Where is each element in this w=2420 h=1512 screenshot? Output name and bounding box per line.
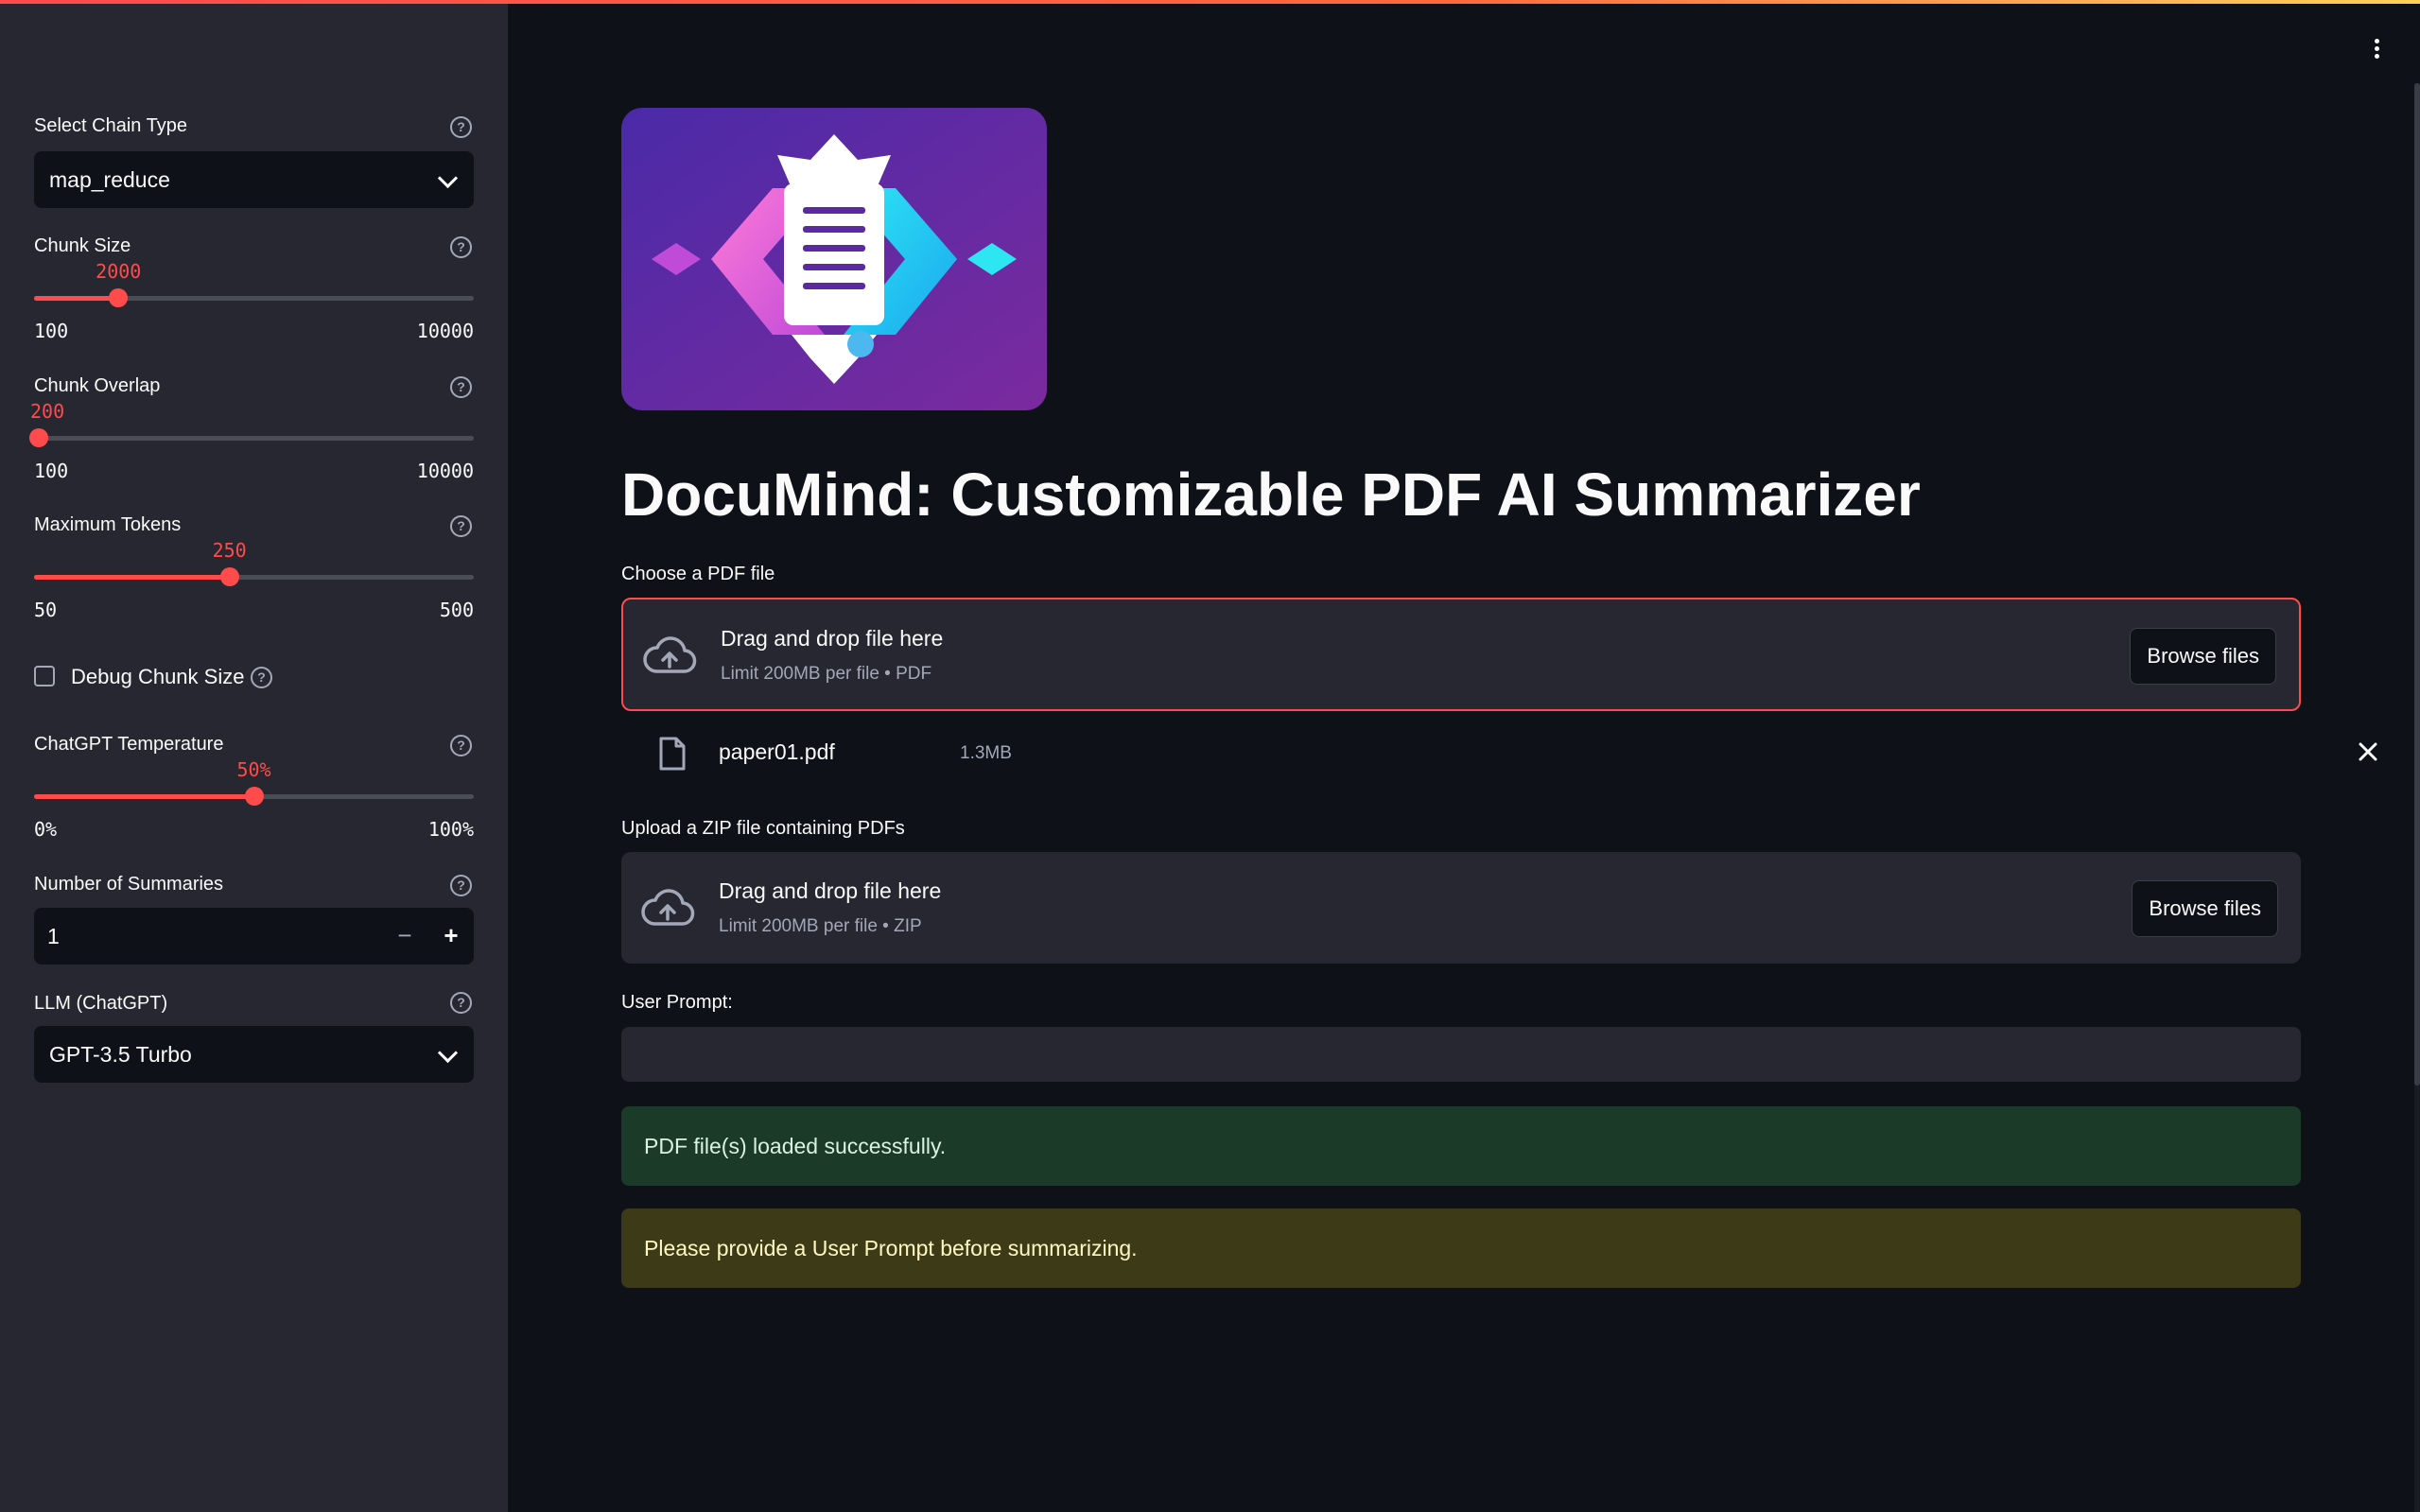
chevron-down-icon: [437, 167, 459, 189]
help-icon[interactable]: ?: [450, 116, 472, 138]
scrollbar-thumb[interactable]: [2414, 83, 2420, 1086]
user-prompt-input[interactable]: [621, 1027, 2301, 1082]
help-icon[interactable]: ?: [450, 992, 472, 1014]
chunk-size-slider[interactable]: 2000: [34, 260, 474, 307]
slider-min: 50: [34, 599, 58, 621]
page-title: DocuMind: Customizable PDF AI Summarizer: [621, 461, 1921, 529]
dropzone-limit: Limit 200MB per file • PDF: [721, 664, 932, 684]
chunk-overlap-label: Chunk Overlap: [34, 375, 161, 396]
num-summaries-label: Number of Summaries: [34, 874, 224, 895]
slider-fill: [34, 296, 119, 301]
slider-value: 250: [212, 539, 247, 562]
slider-min: 0%: [34, 818, 58, 841]
dropzone-text: Drag and drop file here: [719, 878, 942, 903]
close-icon[interactable]: [2358, 741, 2378, 762]
max-tokens-label: Maximum Tokens: [34, 514, 182, 535]
slider-thumb[interactable]: [28, 428, 48, 447]
slider-value: 200: [30, 400, 65, 423]
slider-value: 2000: [96, 260, 142, 283]
slider-value: 50%: [236, 758, 271, 781]
chain-type-label: Select Chain Type: [34, 115, 187, 136]
help-icon[interactable]: ?: [251, 667, 272, 688]
file-icon: [659, 737, 686, 771]
success-alert: PDF file(s) loaded successfully.: [621, 1106, 2301, 1186]
file-size: 1.3MB: [960, 743, 1012, 763]
debug-chunk-size-checkbox[interactable]: [34, 666, 55, 686]
increment-button[interactable]: +: [428, 908, 474, 965]
debug-chunk-size-label: Debug Chunk Size: [71, 665, 245, 688]
uploaded-file-item: paper01.pdf 1.3MB: [621, 728, 2377, 781]
num-summaries-input[interactable]: 1 − +: [34, 908, 474, 965]
browse-files-button[interactable]: Browse files: [2130, 628, 2276, 685]
chunk-size-label: Chunk Size: [34, 235, 131, 256]
slider-thumb[interactable]: [244, 787, 264, 806]
main-content: DocuMind: Customizable PDF AI Summarizer…: [508, 0, 2420, 1512]
help-icon[interactable]: ?: [450, 376, 472, 398]
app-logo: [621, 108, 1047, 410]
cloud-upload-icon: [643, 636, 697, 673]
num-summaries-value[interactable]: 1: [47, 908, 60, 965]
pdf-upload-label: Choose a PDF file: [621, 564, 775, 584]
sidebar: Select Chain Type ? map_reduce Chunk Siz…: [0, 0, 508, 1512]
user-prompt-label: User Prompt:: [621, 992, 733, 1013]
zip-upload-label: Upload a ZIP file containing PDFs: [621, 818, 905, 839]
dropzone-limit: Limit 200MB per file • ZIP: [719, 916, 922, 936]
help-icon[interactable]: ?: [450, 236, 472, 258]
dropzone-text: Drag and drop file here: [721, 626, 944, 651]
slider-max: 10000: [416, 460, 474, 482]
slider-min: 100: [34, 320, 69, 342]
help-icon[interactable]: ?: [450, 875, 472, 896]
slider-max: 100%: [427, 818, 474, 841]
slider-thumb[interactable]: [109, 288, 129, 307]
help-icon[interactable]: ?: [450, 515, 472, 537]
warning-alert: Please provide a User Prompt before summ…: [621, 1208, 2301, 1288]
chain-type-value: map_reduce: [49, 167, 170, 192]
chain-type-select[interactable]: map_reduce: [34, 151, 474, 208]
decrement-button[interactable]: −: [382, 908, 427, 965]
slider-fill: [34, 575, 230, 580]
slider-min: 100: [34, 460, 69, 482]
max-tokens-slider[interactable]: 250: [34, 539, 474, 586]
llm-label: LLM (ChatGPT): [34, 993, 168, 1014]
llm-select[interactable]: GPT-3.5 Turbo: [34, 1026, 474, 1083]
chevron-down-icon: [437, 1042, 459, 1064]
pdf-dropzone[interactable]: Drag and drop file here Limit 200MB per …: [621, 598, 2301, 711]
temperature-slider[interactable]: 50%: [34, 758, 474, 806]
llm-value: GPT-3.5 Turbo: [49, 1042, 192, 1067]
slider-thumb[interactable]: [219, 567, 239, 586]
slider-max: 500: [439, 599, 474, 621]
slider-fill: [34, 794, 254, 799]
slider-max: 10000: [416, 320, 474, 342]
zip-dropzone[interactable]: Drag and drop file here Limit 200MB per …: [621, 852, 2301, 964]
kebab-menu-icon[interactable]: [2367, 36, 2386, 64]
top-decoration-bar: [0, 0, 2420, 4]
chunk-overlap-slider[interactable]: 200: [28, 400, 474, 447]
help-icon[interactable]: ?: [450, 735, 472, 756]
cloud-upload-icon: [641, 889, 695, 926]
file-name: paper01.pdf: [719, 739, 835, 764]
temperature-label: ChatGPT Temperature: [34, 734, 224, 755]
browse-files-button[interactable]: Browse files: [2132, 880, 2278, 937]
